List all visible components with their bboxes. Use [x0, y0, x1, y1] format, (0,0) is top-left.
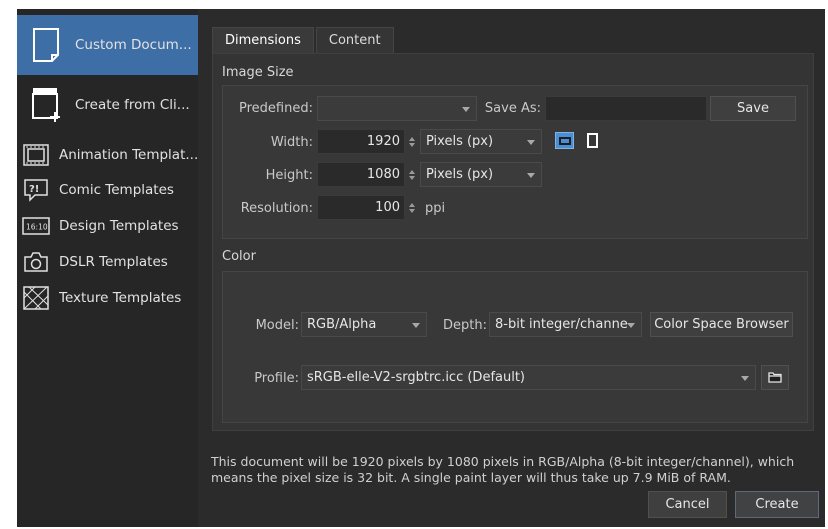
width-value: 1920	[366, 134, 400, 149]
create-button[interactable]: Create	[735, 491, 819, 518]
width-input[interactable]: 1920	[317, 129, 405, 154]
depth-combo[interactable]: 8-bit integer/channe	[489, 312, 642, 337]
sidebar-item-design-templates[interactable]: 16:10 Design Templates	[17, 211, 198, 241]
sidebar-item-label: Texture Templates	[59, 290, 182, 306]
aspect-ratio-icon: 16:10	[21, 214, 51, 238]
predefined-label: Predefined:	[239, 101, 313, 116]
dimensions-panel: Image Size Predefined: Save As: Save Wid…	[212, 53, 814, 431]
tab-bar: Dimensions Content	[212, 27, 396, 53]
color-space-browser-button[interactable]: Color Space Browser	[650, 312, 793, 337]
sidebar-item-create-from-clipboard[interactable]: Create from Cli...	[17, 75, 198, 135]
height-label: Height:	[265, 168, 313, 183]
sidebar-item-custom-document[interactable]: Custom Docum...	[17, 15, 198, 75]
profile-combo[interactable]: sRGB-elle-V2-srgbtrc.icc (Default)	[301, 365, 756, 390]
cancel-button[interactable]: Cancel	[648, 491, 727, 518]
sidebar-item-animation-templates[interactable]: Animation Templat...	[17, 140, 198, 170]
width-unit-combo[interactable]: Pixels (px)	[420, 129, 542, 154]
chevron-down-icon	[462, 106, 470, 112]
sidebar-item-label: Comic Templates	[59, 182, 174, 198]
portrait-orientation-button[interactable]	[585, 132, 600, 149]
sidebar-item-label: DSLR Templates	[59, 254, 168, 270]
sidebar-item-label: Custom Docum...	[75, 37, 192, 53]
sidebar-item-label: Create from Cli...	[75, 97, 190, 113]
landscape-orientation-button[interactable]	[555, 132, 574, 149]
tab-dimensions[interactable]: Dimensions	[212, 27, 314, 53]
width-unit-value: Pixels (px)	[426, 134, 494, 149]
resolution-spinner[interactable]	[406, 197, 418, 219]
landscape-icon	[558, 136, 571, 145]
tab-label: Content	[328, 33, 381, 48]
width-label: Width:	[270, 135, 313, 150]
tab-content[interactable]: Content	[315, 27, 394, 53]
clipboard-add-icon	[29, 86, 63, 124]
resolution-input[interactable]: 100	[317, 195, 405, 220]
color-space-browser-label: Color Space Browser	[654, 317, 789, 332]
predefined-combo[interactable]	[317, 96, 477, 121]
speech-bubble-icon: ?!	[21, 178, 51, 202]
sidebar-item-label: Animation Templat...	[58, 147, 198, 163]
model-label: Model:	[255, 318, 299, 333]
profile-label: Profile:	[254, 371, 299, 386]
portrait-icon	[587, 133, 598, 148]
document-summary-text: This document will be 1920 pixels by 108…	[211, 454, 795, 485]
profile-value: sRGB-elle-V2-srgbtrc.icc (Default)	[307, 370, 526, 385]
create-button-label: Create	[755, 497, 799, 512]
save-as-label: Save As:	[484, 101, 541, 116]
width-spinner[interactable]	[406, 131, 418, 153]
depth-label: Depth:	[443, 318, 487, 333]
folder-icon	[768, 372, 782, 383]
color-title: Color	[222, 249, 256, 264]
cancel-button-label: Cancel	[665, 497, 710, 512]
tab-label: Dimensions	[225, 33, 301, 48]
svg-text:?!: ?!	[29, 184, 39, 195]
texture-icon	[21, 286, 51, 310]
sidebar-item-texture-templates[interactable]: Texture Templates	[17, 283, 198, 313]
image-size-title: Image Size	[222, 65, 294, 80]
chevron-down-icon	[627, 322, 635, 328]
save-button[interactable]: Save	[710, 96, 796, 121]
template-sidebar: Custom Docum... Create from Cli... Anima…	[17, 9, 198, 527]
document-icon	[29, 26, 63, 64]
svg-text:16:10: 16:10	[26, 223, 48, 232]
save-button-label: Save	[737, 101, 769, 116]
save-as-input[interactable]	[545, 96, 707, 121]
height-input[interactable]: 1080	[317, 162, 405, 187]
image-size-group: Predefined: Save As: Save Width: 1920 Pi…	[222, 85, 808, 239]
height-unit-value: Pixels (px)	[426, 167, 494, 182]
sidebar-item-comic-templates[interactable]: ?! Comic Templates	[17, 175, 198, 205]
resolution-value: 100	[375, 200, 400, 215]
height-value: 1080	[366, 167, 400, 182]
chevron-down-icon	[527, 139, 535, 145]
profile-browse-button[interactable]	[761, 365, 789, 390]
chevron-down-icon	[527, 172, 535, 178]
height-unit-combo[interactable]: Pixels (px)	[420, 162, 542, 187]
resolution-unit: ppi	[425, 201, 446, 216]
sidebar-item-dslr-templates[interactable]: DSLR Templates	[17, 247, 198, 277]
chevron-down-icon	[741, 375, 749, 381]
chevron-down-icon	[412, 322, 420, 328]
resolution-label: Resolution:	[240, 201, 313, 216]
film-icon	[21, 143, 51, 167]
height-spinner[interactable]	[406, 164, 418, 186]
camera-icon	[21, 250, 51, 274]
color-group: Model: RGB/Alpha Depth: 8-bit integer/ch…	[222, 271, 808, 423]
depth-value: 8-bit integer/channe	[495, 317, 628, 332]
model-combo[interactable]: RGB/Alpha	[301, 312, 427, 337]
model-value: RGB/Alpha	[307, 317, 377, 332]
sidebar-item-label: Design Templates	[59, 218, 179, 234]
